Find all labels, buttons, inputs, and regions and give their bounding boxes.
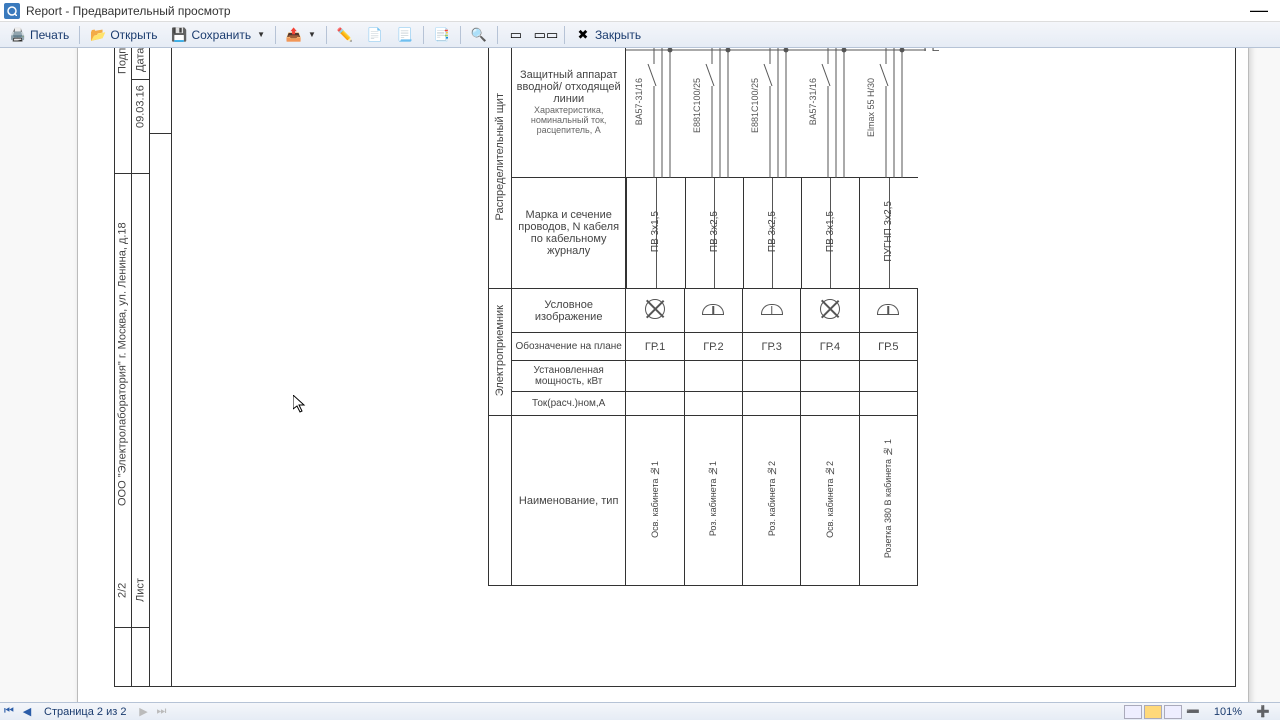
chevron-down-icon: ▼ xyxy=(257,30,265,39)
app-icon xyxy=(4,3,20,19)
separator xyxy=(275,26,276,44)
separator xyxy=(497,26,498,44)
schematic-table: Распределительный щит Защитный аппарат в… xyxy=(488,48,918,586)
separator xyxy=(460,26,461,44)
printer-icon: 🖨️ xyxy=(10,27,26,43)
multi-page-icon: ▭▭ xyxy=(538,27,554,43)
page-button[interactable]: 📄 xyxy=(361,24,389,46)
single-page-icon: ▭ xyxy=(508,27,524,43)
close-label: Закрыть xyxy=(595,28,641,42)
cable-label: ПВ 3х2,5 xyxy=(767,211,778,252)
circuit-name: Осв. кабинета №2 xyxy=(825,461,835,538)
cable-label: ПВ 3х1,5 xyxy=(825,211,836,252)
save-button[interactable]: 💾 Сохранить ▼ xyxy=(165,24,271,46)
cable-label: ПУГНП 3х2,5 xyxy=(883,201,894,262)
outline-button[interactable]: 📑 xyxy=(428,24,456,46)
titlebar: Report - Предварительный просмотр — xyxy=(0,0,1280,22)
cable-label: ПВ 3х1,5 xyxy=(650,211,661,252)
stamp-sheet: 2/2 xyxy=(114,554,131,628)
page-icon: 📄 xyxy=(367,27,383,43)
symbol-header: Условное изображение xyxy=(511,289,626,333)
list-icon: 📑 xyxy=(434,27,450,43)
stamp-date-label: Дата xyxy=(132,48,149,79)
socket-symbol xyxy=(703,303,723,315)
circuit-name: Роз. кабинета №2 xyxy=(767,461,777,536)
export-icon: 📤 xyxy=(286,27,302,43)
breaker-label: ВА57-31/16 xyxy=(634,78,644,125)
breaker-label: Е881С100/25 xyxy=(692,78,702,133)
separator xyxy=(423,26,424,44)
page2-button[interactable]: 📃 xyxy=(391,24,419,46)
cable-header: Марка и сечение проводов, N кабеля по ка… xyxy=(511,178,626,289)
socket-symbol xyxy=(762,303,782,315)
folder-open-icon: 📂 xyxy=(90,27,106,43)
stamp-podp: Подп. xyxy=(114,48,131,79)
open-button[interactable]: 📂 Открыть xyxy=(84,24,163,46)
pe-label: PE xyxy=(923,48,939,54)
breaker-label: Е881С100/25 xyxy=(750,78,760,133)
protect-sub: Характеристика, номинальный ток, расцепи… xyxy=(514,105,624,135)
stamp-sheet-label: Лист xyxy=(132,554,149,628)
separator xyxy=(564,26,565,44)
first-page-button[interactable]: ⏮ xyxy=(0,704,18,720)
cable-label: ПВ 3х2,5 xyxy=(709,211,720,252)
chevron-down-icon: ▼ xyxy=(308,30,316,39)
minimize-button[interactable]: — xyxy=(1242,0,1276,21)
protect-header: Защитный аппарат вводной/ отходящей лини… xyxy=(514,69,624,105)
toolbar: 🖨️ Печать 📂 Открыть 💾 Сохранить ▼ 📤 ▼ ✏️… xyxy=(0,22,1280,48)
power-header: Установленная мощность, кВт xyxy=(511,361,626,392)
separator xyxy=(326,26,327,44)
circuit-name: Осв. кабинета №1 xyxy=(650,461,660,538)
socket-symbol xyxy=(878,303,898,315)
close-button[interactable]: ✖ Закрыть xyxy=(569,24,647,46)
breaker-label: Elmax 55 Н/30 xyxy=(866,78,876,137)
stamp-cell xyxy=(114,79,131,174)
binoculars-icon: 🔍 xyxy=(471,27,487,43)
next-page-button[interactable]: ▶ xyxy=(134,704,152,720)
view-mode-2[interactable] xyxy=(1144,705,1162,719)
lamp-symbol xyxy=(820,299,840,319)
separator xyxy=(79,26,80,44)
save-label: Сохранить xyxy=(191,28,251,42)
row-hdr-panel: Распределительный щит xyxy=(494,93,506,221)
print-button[interactable]: 🖨️ Печать xyxy=(4,24,75,46)
statusbar: ⏮ ◀ Страница 2 из 2 ▶ ⏭ ➖ 101% ➕ xyxy=(0,702,1280,720)
breaker-label: ВА57-31/16 xyxy=(808,78,818,125)
name-header: Наименование, тип xyxy=(511,416,626,586)
pencil-icon: ✏️ xyxy=(337,27,353,43)
zoom-out-button[interactable]: ➖ xyxy=(1184,704,1202,720)
preview-viewport[interactable]: Подп. ООО "Электролаборатория" г. Москва… xyxy=(0,48,1280,702)
page-indicator: Страница 2 из 2 xyxy=(36,706,134,718)
open-label: Открыть xyxy=(110,28,157,42)
page: Подп. ООО "Электролаборатория" г. Москва… xyxy=(77,48,1249,702)
last-page-button[interactable]: ⏭ xyxy=(152,704,170,720)
zoom-in-button[interactable]: ➕ xyxy=(1254,704,1272,720)
circuit-name: Розетка 380 В кабинета № 1 xyxy=(883,439,893,558)
lamp-symbol xyxy=(645,299,665,319)
stamp-date: 09.03.16 xyxy=(132,79,149,134)
find-button[interactable]: 🔍 xyxy=(465,24,493,46)
circuit-name: Роз. кабинета №1 xyxy=(708,461,718,536)
save-icon: 💾 xyxy=(171,27,187,43)
row-hdr-receiver: Электроприемник xyxy=(494,305,506,396)
stamp-org: ООО "Электролаборатория" г. Москва, ул. … xyxy=(114,174,131,554)
page-icon: 📃 xyxy=(397,27,413,43)
window-title: Report - Предварительный просмотр xyxy=(26,4,231,18)
zoom-level: 101% xyxy=(1204,706,1252,718)
edit-button[interactable]: ✏️ xyxy=(331,24,359,46)
prev-page-button[interactable]: ◀ xyxy=(18,704,36,720)
view1-button[interactable]: ▭ xyxy=(502,24,530,46)
title-block: Подп. ООО "Электролаборатория" г. Москва… xyxy=(114,48,172,687)
view-mode-3[interactable] xyxy=(1164,705,1182,719)
current-header: Ток(расч.)ном,А xyxy=(511,392,626,416)
plan-header: Обозначение на плане xyxy=(511,333,626,361)
export-button[interactable]: 📤 ▼ xyxy=(280,24,322,46)
close-icon: ✖ xyxy=(575,27,591,43)
view-mode-1[interactable] xyxy=(1124,705,1142,719)
print-label: Печать xyxy=(30,28,69,42)
view2-button[interactable]: ▭▭ xyxy=(532,24,560,46)
